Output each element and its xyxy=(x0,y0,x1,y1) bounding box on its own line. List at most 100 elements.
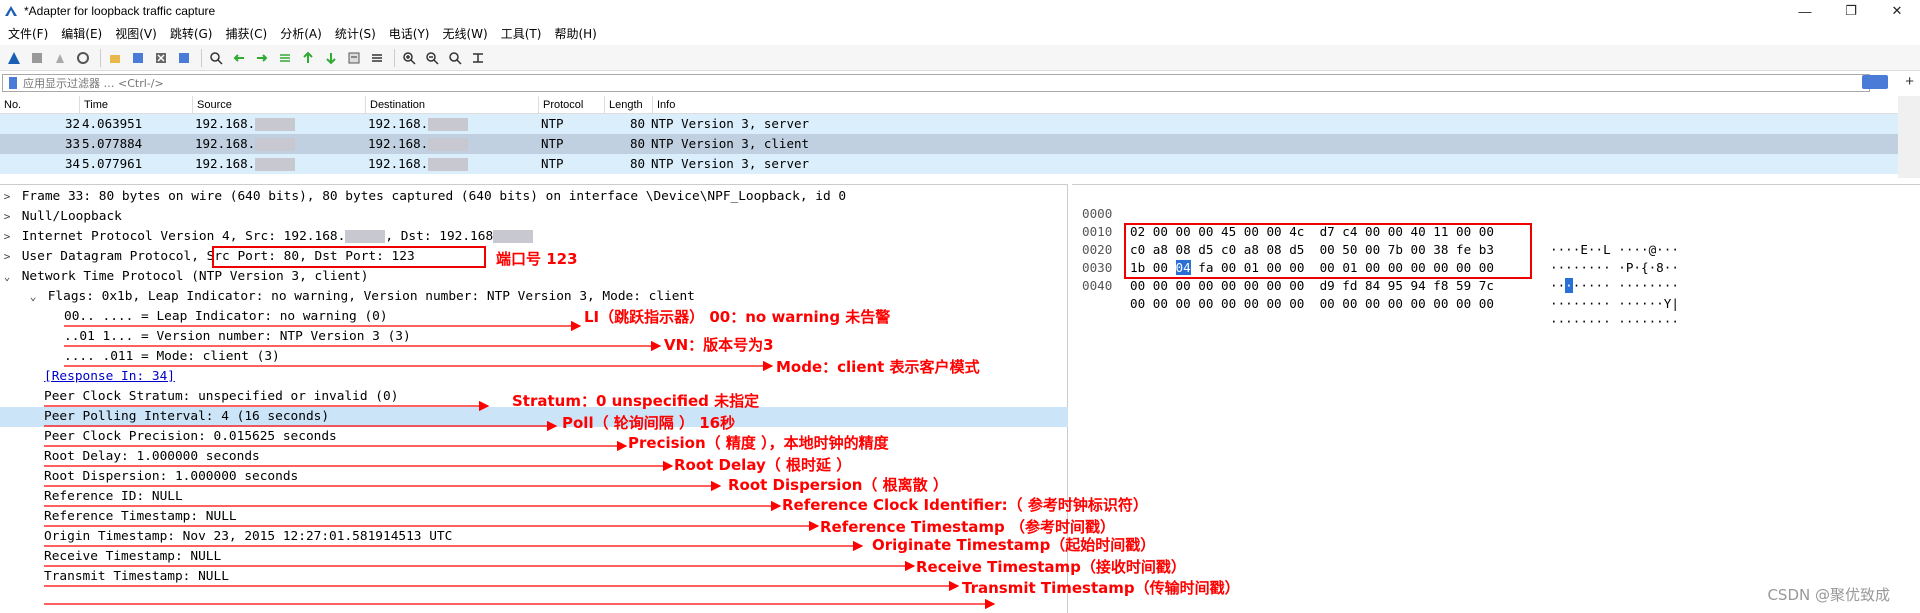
watermark: CSDN @聚优致成 xyxy=(1767,586,1890,604)
tree-item-ip[interactable]: > Internet Protocol Version 4, Src: 192.… xyxy=(0,227,1068,247)
packet-source: 192.168. xyxy=(193,114,366,134)
expand-arrow-icon[interactable]: > xyxy=(0,227,14,247)
colorize-icon[interactable] xyxy=(367,48,386,67)
tree-item-flags[interactable]: ⌄ Flags: 0x1b, Leap Indicator: no warnin… xyxy=(0,287,1068,307)
menu-help[interactable]: 帮助(H) xyxy=(550,25,605,42)
tree-item-frame[interactable]: > Frame 33: 80 bytes on wire (640 bits),… xyxy=(0,187,1068,207)
go-back-icon[interactable] xyxy=(229,48,248,67)
column-header-info[interactable]: Info xyxy=(653,96,1898,113)
menu-file[interactable]: 文件(F) xyxy=(4,25,57,42)
start-capture-icon[interactable] xyxy=(4,48,23,67)
annotation-mode: Mode：client 表示客户模式 xyxy=(776,358,980,376)
capture-options-icon[interactable] xyxy=(73,48,92,67)
main-toolbar xyxy=(0,45,1920,71)
column-header-time[interactable]: Time xyxy=(80,96,193,113)
zoom-out-icon[interactable] xyxy=(422,48,441,67)
toolbar-separator xyxy=(201,48,202,67)
annotation-poll: Poll（ 轮询间隔 ） 16秒 xyxy=(562,414,736,432)
close-file-icon[interactable] xyxy=(151,48,170,67)
packet-length: 80 xyxy=(629,136,645,151)
go-forward-icon[interactable] xyxy=(252,48,271,67)
wireshark-logo-icon xyxy=(5,6,17,16)
packet-list-scrollbar[interactable] xyxy=(1898,96,1920,178)
first-packet-icon[interactable] xyxy=(298,48,317,67)
column-header-source[interactable]: Source xyxy=(193,96,366,113)
find-packet-icon[interactable] xyxy=(206,48,225,67)
stop-capture-icon[interactable] xyxy=(27,48,46,67)
packet-destination: 192.168. xyxy=(366,134,539,154)
menu-statistics[interactable]: 统计(S) xyxy=(331,25,385,42)
menu-go[interactable]: 跳转(G) xyxy=(166,25,222,42)
hex-row[interactable]: 0030 00 00 00 00 00 00 00 00 d9 fd 84 95… xyxy=(1072,241,1679,311)
selected-ascii[interactable]: · xyxy=(1565,278,1573,293)
packet-no: 33 xyxy=(64,136,80,151)
menu-view[interactable]: 视图(V) xyxy=(111,25,166,42)
packet-length: 80 xyxy=(629,156,645,171)
packet-destination: 192.168. xyxy=(366,154,539,174)
display-filter-input[interactable] xyxy=(23,76,1803,90)
packet-row[interactable]: 34 5.077961 192.168. 192.168. NTP 80 NTP… xyxy=(0,154,1898,174)
menu-telephony[interactable]: 电话(Y) xyxy=(385,25,439,42)
annotation-stratum: Stratum：0 unspecified 未指定 xyxy=(512,392,760,410)
port-highlight-box xyxy=(212,246,486,268)
packet-no: 32 xyxy=(64,116,80,131)
zoom-in-icon[interactable] xyxy=(399,48,418,67)
hex-row[interactable]: 0010 c0 a8 08 d5 c0 a8 08 d5 00 50 00 7b… xyxy=(1072,205,1679,275)
display-filter-field[interactable] xyxy=(2,74,1870,92)
open-file-icon[interactable] xyxy=(105,48,124,67)
menu-wireless[interactable]: 无线(W) xyxy=(439,25,497,42)
column-header-protocol[interactable]: Protocol xyxy=(539,96,605,113)
packet-source: 192.168. xyxy=(193,134,366,154)
add-filter-button[interactable]: + xyxy=(1905,73,1914,90)
menu-analyze[interactable]: 分析(A) xyxy=(276,25,331,42)
annotation-port: 端口号 123 xyxy=(496,250,578,268)
tree-item-leap-indicator[interactable]: 00.. .... = Leap Indicator: no warning (… xyxy=(0,307,1068,327)
normal-size-icon[interactable] xyxy=(445,48,464,67)
packet-protocol: NTP xyxy=(541,156,564,171)
restart-capture-icon[interactable] xyxy=(50,48,69,67)
save-file-icon[interactable] xyxy=(128,48,147,67)
packet-list-header: No. Time Source Destination Protocol Len… xyxy=(0,96,1898,114)
annotation-li: LI（跳跃指示器） 00：no warning 未告警 xyxy=(584,308,891,326)
hex-row[interactable]: 0020 1b 00 04 fa 00 01 00 00 00 01 00 00… xyxy=(1072,223,1679,293)
menu-edit[interactable]: 编辑(E) xyxy=(57,25,111,42)
window-title: *Adapter for loopback traffic capture xyxy=(24,4,216,18)
auto-scroll-icon[interactable] xyxy=(344,48,363,67)
menu-capture[interactable]: 捕获(C) xyxy=(221,25,276,42)
collapse-arrow-icon[interactable]: ⌄ xyxy=(26,287,40,307)
resize-columns-icon[interactable] xyxy=(468,48,487,67)
apply-filter-arrow-icon[interactable] xyxy=(1862,75,1888,89)
menu-tools[interactable]: 工具(T) xyxy=(497,25,551,42)
expand-arrow-icon[interactable]: > xyxy=(0,187,14,207)
tree-item-version[interactable]: ..01 1... = Version number: NTP Version … xyxy=(0,327,1068,347)
maximize-button[interactable]: ❐ xyxy=(1828,0,1874,22)
tree-item-root-delay[interactable]: Root Delay: 1.000000 seconds xyxy=(0,447,1068,467)
annotation-root-dispersion: Root Dispersion（ 根离散 ） xyxy=(728,476,948,494)
close-button[interactable]: ✕ xyxy=(1874,0,1920,22)
column-header-length[interactable]: Length xyxy=(605,96,653,113)
column-header-destination[interactable]: Destination xyxy=(366,96,539,113)
annotation-vn: VN：版本号为3 xyxy=(664,336,774,354)
hex-row[interactable]: 0040 00 00 00 00 00 00 00 00 00 00 00 00… xyxy=(1072,259,1679,329)
last-packet-icon[interactable] xyxy=(321,48,340,67)
tree-item-null-loopback[interactable]: > Null/Loopback xyxy=(0,207,1068,227)
annotation-root-delay: Root Delay（ 根时延 ） xyxy=(674,456,852,474)
packet-info: NTP Version 3, client xyxy=(651,136,810,151)
hex-row[interactable]: 0000 02 00 00 00 45 00 00 4c d7 c4 00 00… xyxy=(1072,187,1679,257)
collapse-arrow-icon[interactable]: ⌄ xyxy=(0,267,14,287)
go-to-packet-icon[interactable] xyxy=(275,48,294,67)
packet-protocol: NTP xyxy=(541,136,564,151)
tree-item-ntp[interactable]: ⌄ Network Time Protocol (NTP Version 3, … xyxy=(0,267,1068,287)
annotation-reference-id: Reference Clock Identifier:（ 参考时钟标识符） xyxy=(782,496,1148,514)
packet-row[interactable]: 32 4.063951 192.168. 192.168. NTP 80 NTP… xyxy=(0,114,1898,134)
response-link[interactable]: [Response In: 34] xyxy=(44,369,175,384)
column-header-no[interactable]: No. xyxy=(0,96,80,113)
expand-arrow-icon[interactable]: > xyxy=(0,247,14,267)
expand-arrow-icon[interactable]: > xyxy=(0,207,14,227)
minimize-button[interactable]: — xyxy=(1782,0,1828,22)
bookmark-icon[interactable] xyxy=(6,76,20,90)
packet-row-selected[interactable]: 33 5.077884 192.168. 192.168. NTP 80 NTP… xyxy=(0,134,1898,154)
tree-item-precision[interactable]: Peer Clock Precision: 0.015625 seconds xyxy=(0,427,1068,447)
reload-file-icon[interactable] xyxy=(174,48,193,67)
tree-item-transmit-timestamp[interactable]: Transmit Timestamp: NULL xyxy=(0,567,1068,587)
